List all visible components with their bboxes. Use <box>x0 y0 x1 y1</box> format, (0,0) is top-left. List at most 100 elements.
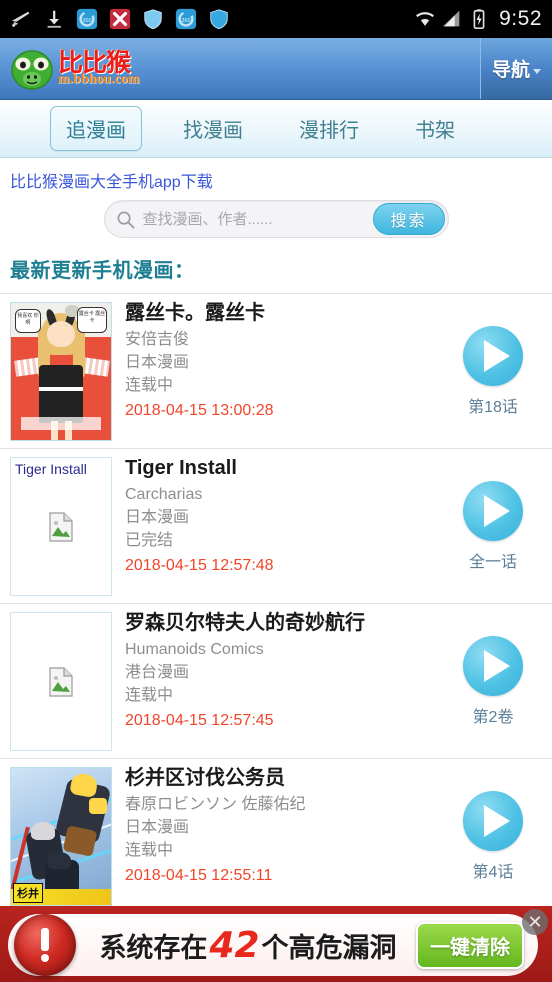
comic-author: 安倍吉俊 <box>125 331 190 348</box>
nav-menu-button[interactable]: 导航 <box>480 38 552 99</box>
comic-category: 日本漫画 <box>125 819 190 837</box>
comic-chapter[interactable]: 第18话 <box>468 393 518 417</box>
signal-icon <box>442 10 460 27</box>
broken-image-icon <box>49 666 73 697</box>
play-button[interactable] <box>463 480 523 541</box>
ad-content: 系统存在 42 个高危漏洞 一键清除 <box>8 914 538 976</box>
nav-menu-label: 导航 <box>491 60 530 81</box>
comic-author: Carcharias <box>125 486 203 503</box>
page-title: 最新更新手机漫画： <box>10 260 195 282</box>
sync-icon-2: 360 <box>175 8 197 30</box>
comic-category: 日本漫画 <box>125 509 190 527</box>
brand-url: m.bbhou.com <box>58 72 140 87</box>
comic-title[interactable]: 露丝卡。露丝卡 <box>125 302 444 325</box>
table-row[interactable]: 我喜欢 你啊 露丝卡 露丝卡 露丝卡。露丝卡 安倍吉俊 日本漫画 连载中 201… <box>0 294 552 449</box>
play-icon <box>483 494 510 527</box>
play-button[interactable] <box>463 635 523 696</box>
search-input[interactable] <box>134 210 373 228</box>
table-row[interactable]: 杉并 杉并区讨伐公务员 春原ロビンソン 佐藤佑纪 日本漫画 连载中 2018-0… <box>0 759 552 914</box>
brand-block: 比比猴 m.bbhou.com <box>58 50 140 87</box>
app-screen: 360 360 9:52 比比猴 m.bbhou.com 导航 追漫画 找漫画 … <box>0 0 552 982</box>
play-button[interactable] <box>463 790 523 851</box>
tab-zhui-manhua[interactable]: 追漫画 <box>50 106 142 151</box>
comic-read-column: 第18话 <box>444 325 542 417</box>
comic-status: 连载中 <box>125 842 174 860</box>
clock-time: 9:52 <box>499 7 542 30</box>
wifi-icon <box>416 12 435 26</box>
comic-category: 日本漫画 <box>125 354 190 372</box>
tab-man-paihang[interactable]: 漫排行 <box>284 107 374 150</box>
status-bar: 360 360 9:52 <box>0 0 552 38</box>
status-bar-notification-icons: 360 360 <box>10 8 230 30</box>
comic-thumbnail[interactable]: 杉并 <box>10 767 112 906</box>
site-logo[interactable]: 比比猴 m.bbhou.com <box>0 48 140 90</box>
ad-text-after: 个高危漏洞 <box>261 932 397 963</box>
comic-title[interactable]: 杉并区讨伐公务员 <box>125 767 444 790</box>
broken-image-icon <box>49 511 73 542</box>
download-icon <box>47 10 61 28</box>
table-row[interactable]: 罗森贝尔特夫人的奇妙航行 Humanoids Comics 港台漫画 连载中 2… <box>0 604 552 759</box>
ad-message: 系统存在 42 个高危漏洞 <box>76 925 416 966</box>
tab-zhao-manhua[interactable]: 找漫画 <box>168 107 258 150</box>
tab-shujia[interactable]: 书架 <box>400 107 470 150</box>
comic-thumbnail[interactable] <box>10 612 112 751</box>
monkey-logo-icon <box>11 49 53 90</box>
comic-read-column: 第2卷 <box>444 635 542 727</box>
comic-author: 春原ロビンソン 佐藤佑纪 <box>125 796 306 813</box>
cover-bubble-1: 我喜欢 你啊 <box>17 313 39 326</box>
comic-update-time: 2018-04-15 12:55:11 <box>125 866 273 884</box>
comic-info: Tiger Install Carcharias 日本漫画 已完结 2018-0… <box>112 457 444 578</box>
comic-category: 港台漫画 <box>125 664 190 682</box>
comic-thumbnail[interactable]: 我喜欢 你啊 露丝卡 露丝卡 <box>10 302 112 441</box>
close-icon[interactable]: ✕ <box>522 909 548 935</box>
comic-title[interactable]: 罗森贝尔特夫人的奇妙航行 <box>125 612 444 635</box>
comic-info: 露丝卡。露丝卡 安倍吉俊 日本漫画 连载中 2018-04-15 13:00:2… <box>112 302 444 423</box>
comic-thumbnail[interactable]: Tiger Install <box>10 457 112 596</box>
chevron-down-icon <box>533 69 541 74</box>
svg-text:360: 360 <box>181 18 190 24</box>
close-x-icon <box>109 8 131 30</box>
cover-bubble-2: 露丝卡 露丝卡 <box>78 311 106 324</box>
search-box[interactable]: 搜索 <box>103 200 449 238</box>
comic-info: 罗森贝尔特夫人的奇妙航行 Humanoids Comics 港台漫画 连载中 2… <box>112 612 444 733</box>
battery-charging-icon <box>473 9 485 29</box>
plane-icon <box>11 11 30 27</box>
comic-status: 连载中 <box>125 377 174 395</box>
comic-author: Humanoids Comics <box>125 641 264 658</box>
comic-status: 连载中 <box>125 687 174 705</box>
ad-clean-button[interactable]: 一键清除 <box>416 921 524 969</box>
site-header: 比比猴 m.bbhou.com 导航 <box>0 38 552 100</box>
main-tab-bar: 追漫画 找漫画 漫排行 书架 <box>0 100 552 158</box>
comic-list: 我喜欢 你啊 露丝卡 露丝卡 露丝卡。露丝卡 安倍吉俊 日本漫画 连载中 201… <box>0 293 552 914</box>
ad-banner[interactable]: 系统存在 42 个高危漏洞 一键清除 ✕ <box>0 906 552 982</box>
ad-text-before: 系统存在 <box>99 932 208 963</box>
table-row[interactable]: Tiger Install Tiger Install Carcharias 日… <box>0 449 552 604</box>
comic-status: 已完结 <box>125 532 174 550</box>
svg-text:360: 360 <box>82 18 91 24</box>
comic-chapter[interactable]: 全一话 <box>469 548 517 572</box>
play-icon <box>483 649 510 682</box>
cover-art-1: 我喜欢 你啊 露丝卡 露丝卡 <box>11 303 111 440</box>
play-icon <box>483 804 510 837</box>
shield-icon <box>144 9 162 30</box>
play-button[interactable] <box>463 325 523 386</box>
comic-title[interactable]: Tiger Install <box>125 457 444 480</box>
app-download-link[interactable]: 比比猴漫画大全手机app下载 <box>0 158 552 198</box>
status-bar-system-icons: 9:52 <box>414 7 542 31</box>
comic-update-time: 2018-04-15 13:00:28 <box>125 401 274 419</box>
play-icon <box>483 339 510 372</box>
comic-chapter[interactable]: 第2卷 <box>473 703 514 727</box>
comic-chapter[interactable]: 第4话 <box>473 858 514 882</box>
search-button[interactable]: 搜索 <box>372 203 445 235</box>
comic-read-column: 第4话 <box>444 790 542 882</box>
ad-vulnerability-count: 42 <box>209 924 260 966</box>
search-icon <box>117 211 134 228</box>
comic-read-column: 全一话 <box>444 480 542 572</box>
cover-badge: 杉并 <box>13 883 43 903</box>
warning-exclamation-icon <box>14 914 76 976</box>
comic-info: 杉并区讨伐公务员 春原ロビンソン 佐藤佑纪 日本漫画 连载中 2018-04-1… <box>112 767 444 888</box>
comic-update-time: 2018-04-15 12:57:48 <box>125 556 274 574</box>
shield-icon-2 <box>210 9 228 30</box>
cover-art-4: 杉并 <box>11 768 111 905</box>
search-row: 搜索 <box>0 198 552 248</box>
